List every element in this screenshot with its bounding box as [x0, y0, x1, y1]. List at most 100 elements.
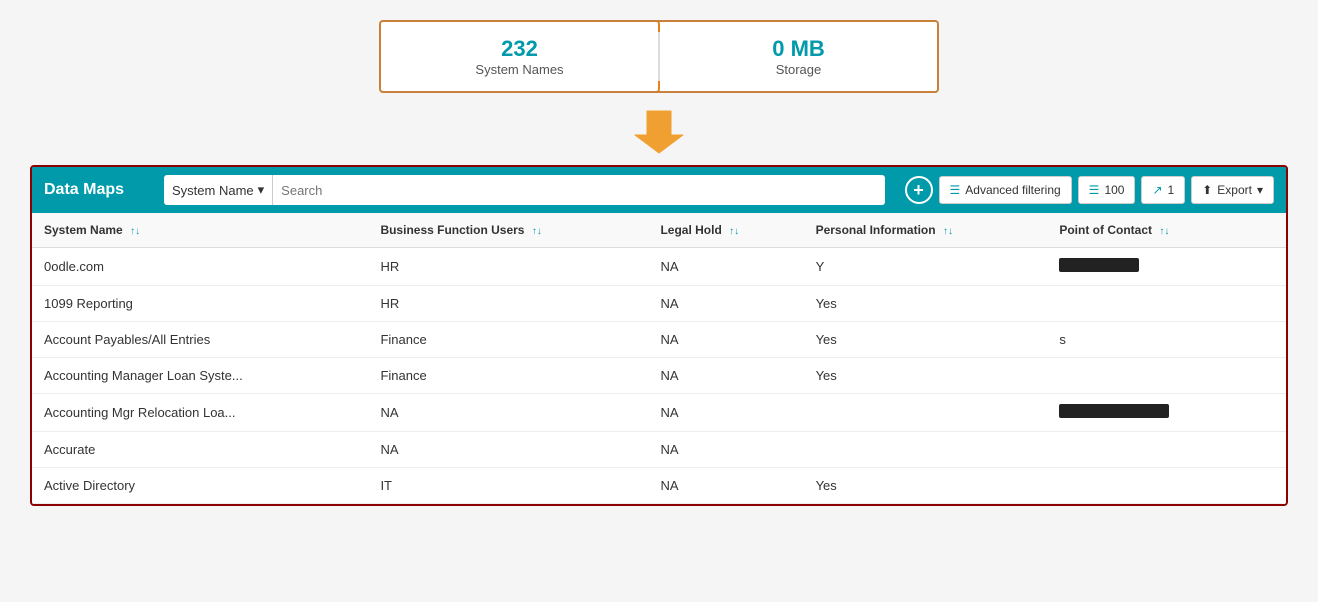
storage-label: Storage — [680, 62, 917, 77]
add-button[interactable]: + — [905, 176, 933, 204]
cell-business-function: NA — [368, 394, 648, 432]
cell-business-function: IT — [368, 468, 648, 504]
stats-container: 232 System Names 0 MB Storage — [20, 20, 1298, 93]
table-row: AccurateNANA — [32, 432, 1286, 468]
down-arrow-icon — [633, 103, 685, 155]
advanced-filtering-label: Advanced filtering — [965, 183, 1060, 197]
cell-actions — [1250, 322, 1286, 358]
cell-legal-hold: NA — [648, 286, 803, 322]
col-business-function[interactable]: Business Function Users ↑↓ — [368, 213, 648, 248]
sort-icon-system-name: ↑↓ — [130, 226, 140, 237]
cell-personal-info — [804, 394, 1048, 432]
cell-business-function: HR — [368, 248, 648, 286]
col-personal-info-label: Personal Information — [816, 223, 936, 237]
cell-business-function: Finance — [368, 358, 648, 394]
cell-legal-hold: NA — [648, 468, 803, 504]
sort-icon-legal-hold: ↑↓ — [729, 226, 739, 237]
cell-point-of-contact — [1047, 394, 1249, 432]
cell-actions — [1250, 394, 1286, 432]
cell-point-of-contact — [1047, 248, 1249, 286]
col-legal-hold-label: Legal Hold — [660, 223, 721, 237]
cell-legal-hold: NA — [648, 358, 803, 394]
system-names-label: System Names — [401, 62, 638, 77]
export-icon: ⬆ — [1202, 183, 1212, 197]
data-maps-header: Data Maps System Name ▾ + ☰ Advanced fil… — [32, 167, 1286, 213]
col-system-name-label: System Name — [44, 223, 123, 237]
sort-icon-poc: ↑↓ — [1159, 226, 1169, 237]
cell-actions — [1250, 358, 1286, 394]
cell-personal-info — [804, 432, 1048, 468]
export-button[interactable]: ⬆ Export ▾ — [1191, 176, 1274, 204]
data-table: System Name ↑↓ Business Function Users ↑… — [32, 213, 1286, 504]
export-chevron-icon: ▾ — [1257, 183, 1263, 197]
cell-system-name[interactable]: Accurate — [32, 432, 368, 468]
export-label: Export — [1217, 183, 1252, 197]
cell-actions — [1250, 286, 1286, 322]
cell-point-of-contact — [1047, 286, 1249, 322]
col-actions — [1250, 213, 1286, 248]
filter-icon: ☰ — [950, 183, 961, 197]
cell-system-name[interactable]: Active Directory — [32, 468, 368, 504]
cell-actions — [1250, 248, 1286, 286]
cell-legal-hold: NA — [648, 322, 803, 358]
search-input[interactable] — [273, 183, 884, 198]
search-bar: System Name ▾ — [164, 175, 885, 205]
col-business-function-label: Business Function Users — [380, 223, 524, 237]
records-count-button[interactable]: ☰ 100 — [1078, 176, 1136, 204]
table-row: Accounting Mgr Relocation Loa...NANA — [32, 394, 1286, 432]
table-row: Accounting Manager Loan Syste...FinanceN… — [32, 358, 1286, 394]
cell-system-name[interactable]: Accounting Mgr Relocation Loa... — [32, 394, 368, 432]
col-point-of-contact[interactable]: Point of Contact ↑↓ — [1047, 213, 1249, 248]
table-row: 1099 ReportingHRNAYes — [32, 286, 1286, 322]
stats-box: 232 System Names 0 MB Storage — [379, 20, 939, 93]
table-header-row: System Name ↑↓ Business Function Users ↑… — [32, 213, 1286, 248]
system-names-stat[interactable]: 232 System Names — [379, 20, 660, 93]
cell-system-name[interactable]: Account Payables/All Entries — [32, 322, 368, 358]
records-icon: ☰ — [1089, 183, 1100, 197]
cell-legal-hold: NA — [648, 248, 803, 286]
col-poc-label: Point of Contact — [1059, 223, 1152, 237]
search-dropdown[interactable]: System Name ▾ — [164, 175, 273, 205]
cell-business-function: NA — [368, 432, 648, 468]
redacted-bar — [1059, 258, 1139, 272]
cell-business-function: HR — [368, 286, 648, 322]
cell-point-of-contact — [1047, 358, 1249, 394]
cell-point-of-contact: s — [1047, 322, 1249, 358]
cell-point-of-contact — [1047, 468, 1249, 504]
search-dropdown-label: System Name — [172, 183, 254, 198]
cell-business-function: Finance — [368, 322, 648, 358]
data-maps-title: Data Maps — [44, 181, 144, 199]
cell-personal-info: Yes — [804, 468, 1048, 504]
cell-legal-hold: NA — [648, 432, 803, 468]
cell-personal-info: Yes — [804, 286, 1048, 322]
pages-count: 1 — [1168, 183, 1175, 197]
cell-actions — [1250, 468, 1286, 504]
table-row: Active DirectoryITNAYes — [32, 468, 1286, 504]
records-count: 100 — [1104, 183, 1124, 197]
cell-system-name[interactable]: 0odle.com — [32, 248, 368, 286]
sort-icon-personal-info: ↑↓ — [943, 226, 953, 237]
sort-icon-business-function: ↑↓ — [532, 226, 542, 237]
col-personal-info[interactable]: Personal Information ↑↓ — [804, 213, 1048, 248]
redacted-bar — [1059, 404, 1169, 418]
cell-system-name[interactable]: 1099 Reporting — [32, 286, 368, 322]
cell-actions — [1250, 432, 1286, 468]
page-icon: ↗ — [1152, 183, 1162, 197]
table-row: Account Payables/All EntriesFinanceNAYes… — [32, 322, 1286, 358]
cell-system-name[interactable]: Accounting Manager Loan Syste... — [32, 358, 368, 394]
system-names-count: 232 — [401, 36, 638, 62]
header-actions: + ☰ Advanced filtering ☰ 100 ↗ 1 ⬆ Expor… — [905, 176, 1274, 204]
data-maps-section: Data Maps System Name ▾ + ☰ Advanced fil… — [30, 165, 1288, 506]
storage-count: 0 MB — [680, 36, 917, 62]
col-legal-hold[interactable]: Legal Hold ↑↓ — [648, 213, 803, 248]
chevron-down-icon: ▾ — [258, 182, 265, 198]
cell-point-of-contact — [1047, 432, 1249, 468]
cell-personal-info: Y — [804, 248, 1048, 286]
storage-stat[interactable]: 0 MB Storage — [660, 22, 937, 91]
col-system-name[interactable]: System Name ↑↓ — [32, 213, 368, 248]
pages-count-button[interactable]: ↗ 1 — [1141, 176, 1185, 204]
cell-personal-info: Yes — [804, 322, 1048, 358]
advanced-filtering-button[interactable]: ☰ Advanced filtering — [939, 176, 1072, 204]
cell-legal-hold: NA — [648, 394, 803, 432]
table-row: 0odle.comHRNAY — [32, 248, 1286, 286]
